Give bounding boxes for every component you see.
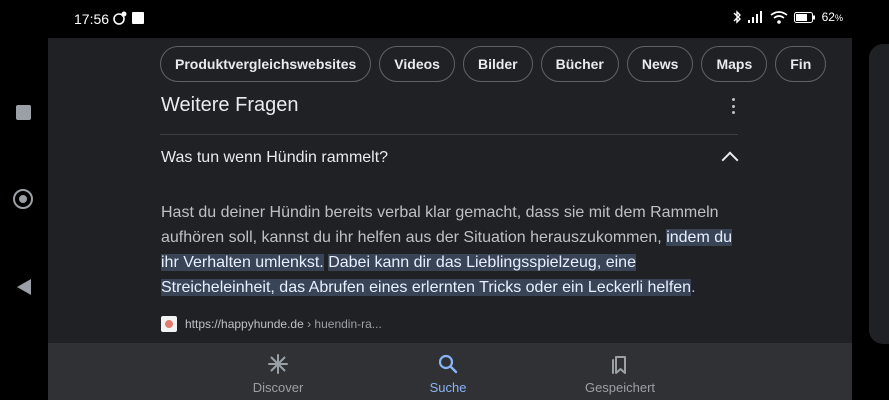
source-path: › huendin-ra...: [303, 317, 382, 331]
alarm-settings-icon: [113, 11, 127, 25]
bottom-navigation: Discover Suche Gespeichert: [48, 343, 852, 400]
status-bar: 17:56 62%: [0, 0, 889, 38]
chip-maps[interactable]: Maps: [701, 46, 768, 82]
site-favicon-icon: [161, 316, 177, 332]
people-also-ask-card: Weitere Fragen Was tun wenn Hündin ramme…: [144, 94, 756, 344]
chip-news[interactable]: News: [626, 46, 694, 82]
nav-search-label: Suche: [429, 380, 467, 395]
side-panel-handle[interactable]: [869, 44, 889, 344]
chevron-up-icon[interactable]: [721, 151, 739, 169]
home-button[interactable]: [13, 189, 33, 209]
google-app: Produktvergleichswebsites Videos Bilder …: [48, 38, 852, 400]
nav-saved[interactable]: Gespeichert: [560, 353, 680, 395]
home-dot-icon: [19, 195, 27, 203]
recents-button[interactable]: [16, 105, 31, 120]
battery-percent: 62%: [821, 10, 843, 24]
chip-produktvergleich[interactable]: Produktvergleichswebsites: [160, 46, 372, 82]
card-title: Weitere Fragen: [161, 94, 299, 116]
asterisk-icon: [268, 354, 288, 374]
bluetooth-icon: [733, 10, 741, 24]
notification-square-icon: [132, 12, 144, 24]
chip-finanzen[interactable]: Fin: [775, 46, 827, 82]
divider: [160, 134, 738, 135]
source-url: https://happyhunde.de: [185, 317, 304, 331]
nav-discover[interactable]: Discover: [218, 353, 338, 395]
nav-discover-label: Discover: [252, 380, 304, 395]
back-button[interactable]: [16, 278, 32, 296]
search-icon: [438, 354, 458, 374]
battery-icon: [793, 11, 815, 23]
more-options-icon[interactable]: [732, 98, 736, 114]
nav-search[interactable]: Suche: [388, 353, 508, 395]
bookmarks-icon: [612, 356, 626, 374]
system-nav-bar: [0, 38, 48, 400]
chip-bilder[interactable]: Bilder: [462, 46, 533, 82]
question-title[interactable]: Was tun wenn Hündin rammelt?: [161, 149, 388, 167]
filter-chips: Produktvergleichswebsites Videos Bilder …: [160, 46, 827, 82]
source-link[interactable]: https://happyhunde.de › huendin-ra...: [161, 316, 382, 332]
signal-icon: [747, 11, 762, 23]
answer-text: Hast du deiner Hündin bereits verbal kla…: [161, 204, 733, 296]
wifi-icon: [770, 10, 788, 24]
chip-buecher[interactable]: Bücher: [540, 46, 619, 82]
chip-videos[interactable]: Videos: [379, 46, 455, 82]
clock: 17:56: [74, 11, 110, 27]
nav-saved-label: Gespeichert: [584, 380, 656, 395]
